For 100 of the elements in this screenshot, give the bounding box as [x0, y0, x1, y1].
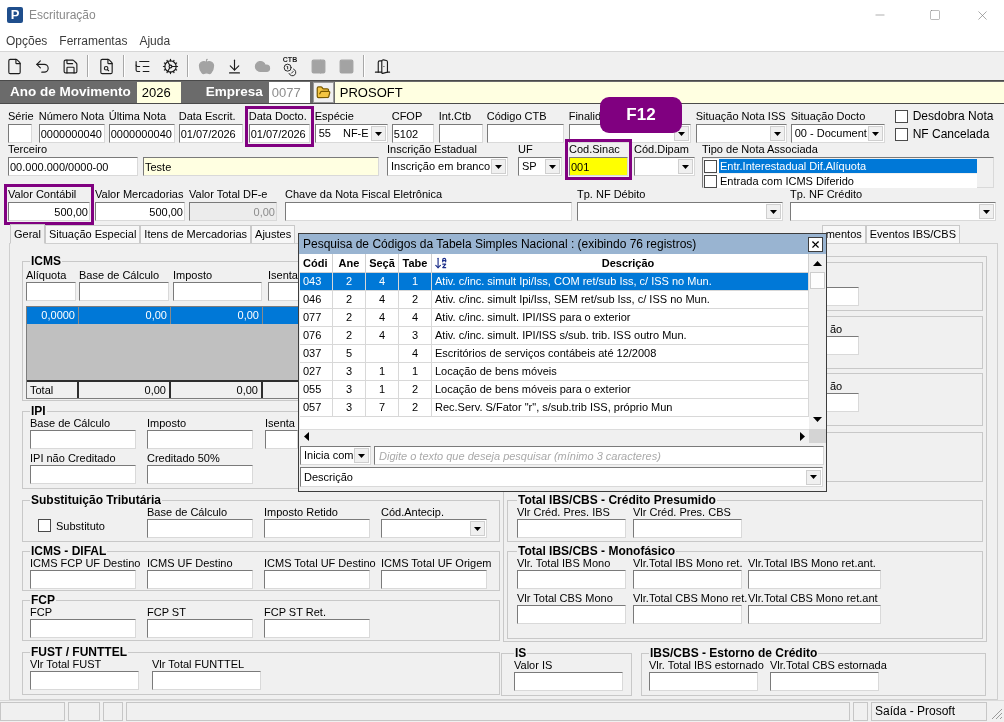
table-cell-text: 4	[378, 310, 386, 326]
field-label: Data Escrit.	[178, 110, 236, 123]
group-title: IS	[514, 647, 528, 659]
field-label: Série	[8, 110, 34, 123]
table-cell-text: Locação de bens móveis	[435, 364, 557, 380]
field-label: Cód.Dipam	[634, 143, 690, 156]
group-title: ICMS	[30, 255, 62, 267]
table-cell-text: 0,00	[237, 308, 259, 324]
table-cell-text: 2	[411, 382, 419, 398]
field-label: Vlr.Total CBS estornada	[770, 659, 887, 672]
field-label: Base de Cálculo	[30, 417, 111, 430]
table-cell-text: 0,00	[145, 308, 167, 324]
field-label: ICMS FCP UF Destino	[30, 557, 141, 570]
field-label: ICMS UF Destino	[147, 557, 233, 570]
table-cell-text: 076	[303, 328, 322, 344]
table-cell-text: Rec.Serv. S/Fator "r", s/sub.trib ISS, próprio Mun	[435, 400, 673, 416]
field-label: Vlr.Total CBS Mono ret.	[633, 592, 748, 605]
checkbox-label: Desdobra Nota	[912, 110, 994, 123]
table-cell-text: 2	[411, 292, 419, 308]
field-label: Tp. NF Crédito	[790, 188, 863, 201]
key-callout: F12	[600, 97, 682, 133]
table-cell-text: 1	[411, 274, 419, 290]
table-cell-text: Ativ. c/inc. simult. IPI/ISS para o exterior	[435, 310, 631, 326]
field-label: Vlr Créd. Pres. CBS	[633, 506, 731, 519]
field-label: UF	[518, 143, 533, 156]
field-label: Situação Nota ISS	[695, 110, 786, 123]
table-cell-text: 2	[345, 310, 353, 326]
field-label: IPI não Creditado	[30, 452, 116, 465]
window-title: Escrituração	[29, 7, 96, 24]
table-cell-text: 0,00	[144, 382, 166, 398]
field-label: Creditado 50%	[147, 452, 220, 465]
table-cell-text: Total	[30, 382, 54, 398]
checkbox-label: Substituto	[56, 518, 105, 534]
table-cell-text: Ativ. c/inc. simult. IPI/ISS s/sub. trib. ISS outro Mun.	[435, 328, 687, 344]
table-cell-text: 2	[345, 292, 353, 308]
field-label: Vlr Total CBS Mono	[517, 592, 613, 605]
group-title: IPI	[30, 405, 47, 417]
field-label: ICMS Total UF Origem	[381, 557, 492, 570]
field-label: ão	[830, 323, 843, 336]
table-cell-text: 1	[378, 382, 386, 398]
table-cell-text: 077	[303, 310, 322, 326]
field-label: Situação Docto	[790, 110, 866, 123]
field-label: Vlr.Total CBS Mono ret.ant	[748, 592, 878, 605]
bar-label: Empresa	[205, 82, 263, 101]
table-cell-text: 5	[345, 346, 353, 362]
checkbox-label: NF Cancelada	[912, 128, 990, 141]
table-cell-text: 3	[345, 400, 353, 416]
table-cell-text: 7	[378, 400, 386, 416]
table-cell-text: Escritórios de serviços contábeis até 12/2008	[435, 346, 657, 362]
field-label: Valor Contábil	[8, 188, 77, 201]
table-cell-text: 4	[411, 346, 419, 362]
field-label: Isenta	[265, 417, 295, 430]
field-label: Vlr.Total IBS Mono ret.	[633, 557, 743, 570]
field-label: ão	[830, 380, 843, 393]
table-cell-text: Ativ. c/inc. simult Ipi/Iss, COM ret/sub Iss, c/ ISS no Mun.	[435, 274, 712, 290]
group-title: Total IBS/CBS - Crédito Presumido	[517, 494, 717, 506]
group-title: Total IBS/CBS - Monofásico	[517, 545, 677, 557]
group-title: Substituição Tributária	[30, 494, 163, 506]
table-cell-text: 2	[345, 274, 353, 290]
table-cell-text: 4	[378, 274, 386, 290]
field-label: Finalid	[568, 110, 602, 123]
field-label: Valor Mercadorias	[95, 188, 184, 201]
status-text: Saída - Prosoft	[871, 702, 987, 721]
group-title: FUST / FUNTTEL	[30, 646, 128, 658]
field-label: Chave da Nota Fiscal Eletrônica	[285, 188, 443, 201]
table-cell-text: 055	[303, 382, 322, 398]
field-label: Data Docto.	[248, 110, 307, 123]
field-label: Vlr Total FUST	[30, 658, 102, 671]
table-cell-text: 043	[303, 274, 322, 290]
bar-label: Ano de Movimento	[10, 82, 131, 101]
field-label: Vlr.Total IBS Mono ret.ant.	[748, 557, 876, 570]
field-label: Cod.Sinac	[569, 143, 620, 156]
table-cell-text: 4	[378, 328, 386, 344]
dialog-title: Pesquisa de Códigos da Tabela Simples Nacional : (exibindo 76 registros)	[303, 236, 697, 253]
app-logo: P	[7, 7, 23, 23]
field-label: Tipo de Nota Associada	[702, 143, 818, 156]
table-cell-text: 1	[411, 364, 419, 380]
field-label: ICMS Total UF Destino	[264, 557, 376, 570]
table-cell-text: Ativ. c/inc. simult Ipi/Iss, SEM ret/sub Iss, c/ ISS no Mun.	[435, 292, 710, 308]
table-cell-text: 4	[378, 292, 386, 308]
field-label: Terceiro	[8, 143, 48, 156]
table-cell-text: 3	[345, 382, 353, 398]
group-title: ICMS - DIFAL	[30, 545, 108, 557]
field-label: Valor Total DF-e	[189, 188, 268, 201]
table-cell-text: 057	[303, 400, 322, 416]
field-label: FCP ST	[147, 606, 186, 619]
field-label: Alíquota	[26, 269, 67, 282]
field-label: Número Nota	[38, 110, 105, 123]
field-label: Vlr Créd. Pres. IBS	[517, 506, 610, 519]
field-label: Base de Cálculo	[147, 506, 228, 519]
field-label: Imposto Retido	[264, 506, 338, 519]
group-title: FCP	[30, 594, 56, 606]
table-cell-text: Locação de bens móveis para o exterior	[435, 382, 631, 398]
field-label: FCP ST Ret.	[264, 606, 326, 619]
table-cell-text: 3	[345, 364, 353, 380]
group-title: IBS/CBS - Estorno de Crédito	[649, 647, 819, 659]
field-label: Código CTB	[486, 110, 547, 123]
field-label: Tp. NF Débito	[577, 188, 646, 201]
field-label: Cód.Antecip.	[381, 506, 444, 519]
field-label: Imposto	[173, 269, 213, 282]
